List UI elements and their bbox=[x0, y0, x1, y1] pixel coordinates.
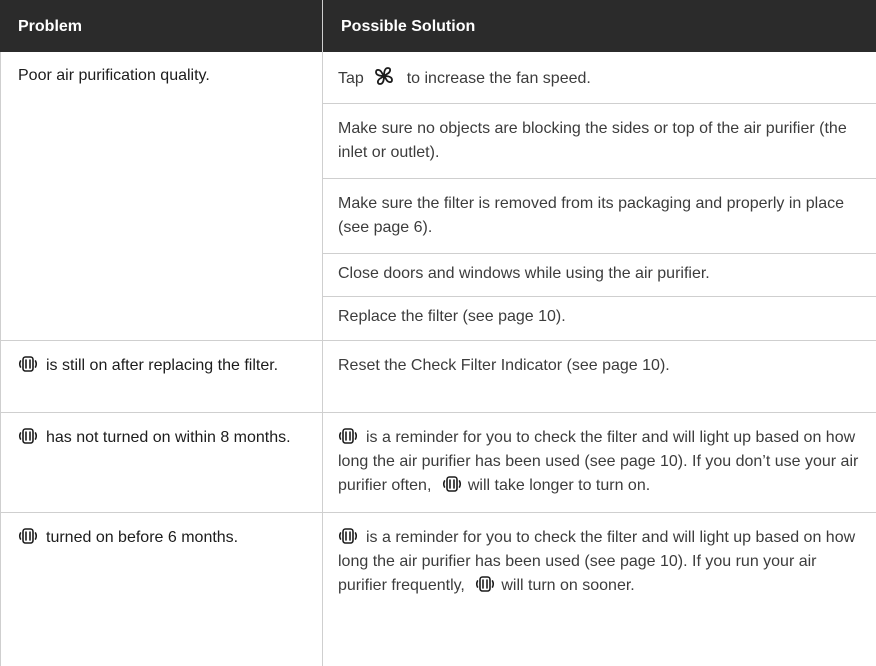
solution-cell: Reset the Check Filter Indicator (see pa… bbox=[338, 354, 868, 378]
row-divider bbox=[0, 512, 876, 513]
row-divider bbox=[322, 296, 876, 297]
fan-icon bbox=[374, 66, 394, 86]
problem-text: Poor air purification quality. bbox=[18, 67, 210, 84]
problem-cell: is still on after replacing the filter. bbox=[18, 354, 308, 378]
problem-text: has not turned on within 8 months. bbox=[46, 429, 291, 446]
troubleshooting-table: Problem Possible Solution Poor air purif… bbox=[0, 0, 876, 666]
header-possible-solution: Possible Solution bbox=[322, 0, 876, 52]
problem-cell: has not turned on within 8 months. bbox=[18, 426, 308, 450]
check-filter-icon bbox=[475, 575, 495, 593]
solution-text: Make sure the filter is removed from its… bbox=[338, 195, 845, 236]
problem-cell: turned on before 6 months. bbox=[18, 526, 308, 550]
table-left-border bbox=[0, 52, 1, 666]
check-filter-icon bbox=[338, 527, 358, 545]
solution-text: Make sure no objects are blocking the si… bbox=[338, 120, 847, 161]
row-divider bbox=[322, 103, 876, 104]
solution-text: Replace the filter (see page 10). bbox=[338, 308, 566, 325]
check-filter-icon bbox=[18, 427, 38, 445]
solution-text: to increase the fan speed. bbox=[406, 70, 591, 87]
header-problem: Problem bbox=[18, 18, 83, 35]
table-header-row: Problem Possible Solution bbox=[0, 0, 876, 52]
column-divider bbox=[322, 52, 323, 666]
row-divider bbox=[322, 253, 876, 254]
solution-cell: Make sure the filter is removed from its… bbox=[338, 192, 868, 240]
check-filter-icon bbox=[442, 475, 462, 493]
solution-cell: Replace the filter (see page 10). bbox=[338, 305, 868, 329]
check-filter-icon bbox=[18, 355, 38, 373]
row-divider bbox=[0, 340, 876, 341]
row-divider bbox=[0, 412, 876, 413]
check-filter-icon bbox=[338, 427, 358, 445]
solution-cell: Make sure no objects are blocking the si… bbox=[338, 117, 868, 165]
problem-cell: Poor air purification quality. bbox=[18, 64, 308, 88]
solution-cell: is a reminder for you to check the filte… bbox=[338, 426, 868, 498]
solution-text: Tap bbox=[338, 70, 364, 87]
solution-text: will turn on sooner. bbox=[501, 577, 635, 594]
solution-cell: Close doors and windows while using the … bbox=[338, 262, 868, 286]
solution-cell: Tap to increase the fan speed. bbox=[338, 66, 868, 91]
solution-text: Reset the Check Filter Indicator (see pa… bbox=[338, 357, 670, 374]
check-filter-icon bbox=[18, 527, 38, 545]
problem-text: is still on after replacing the filter. bbox=[46, 357, 279, 374]
solution-text: will take longer to turn on. bbox=[467, 477, 651, 494]
solution-cell: is a reminder for you to check the filte… bbox=[338, 526, 868, 598]
solution-text: Close doors and windows while using the … bbox=[338, 265, 710, 282]
row-divider bbox=[322, 178, 876, 179]
problem-text: turned on before 6 months. bbox=[46, 529, 239, 546]
